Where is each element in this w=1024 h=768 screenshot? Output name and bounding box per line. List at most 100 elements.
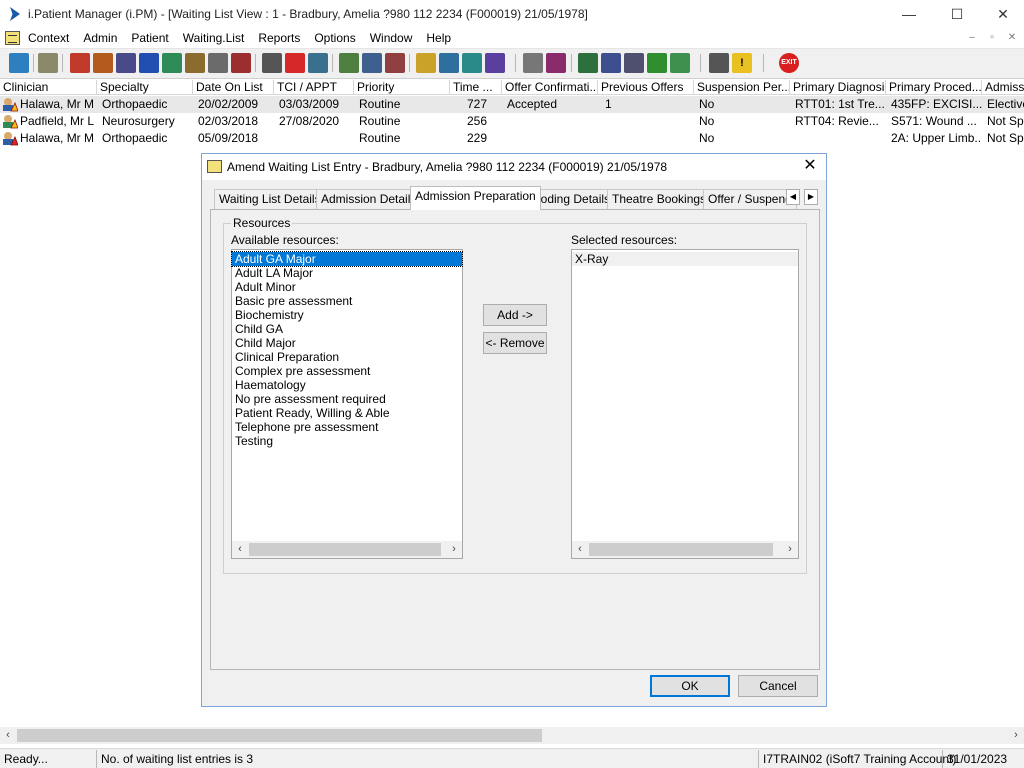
list-item[interactable]: Adult GA Major	[231, 251, 463, 267]
list-item[interactable]: X-Ray	[572, 252, 798, 266]
tab-admission-preparation[interactable]: Admission Preparation	[410, 186, 541, 210]
dialog-close-button[interactable]: ✕	[800, 156, 820, 176]
menu-help[interactable]: Help	[426, 31, 451, 45]
menu-reports[interactable]: Reports	[258, 31, 300, 45]
mail-icon[interactable]	[139, 53, 159, 73]
tab-admission-details[interactable]: Admission Details	[316, 189, 422, 209]
list-item[interactable]: Testing	[232, 434, 462, 448]
available-resources-list[interactable]: Adult GA Major Adult LA Major Adult Mino…	[231, 249, 463, 559]
edit-note-icon[interactable]	[93, 53, 113, 73]
mdi-restore-button[interactable]: ▫	[984, 31, 1000, 45]
column-header-previous-offers[interactable]: Previous Offers	[598, 80, 694, 95]
list-item[interactable]: Adult LA Major	[232, 266, 462, 280]
list-item[interactable]: Child Major	[232, 336, 462, 350]
scroll-left-icon[interactable]: ‹	[572, 541, 588, 558]
scroll-thumb[interactable]	[17, 729, 542, 742]
menu-window[interactable]: Window	[370, 31, 413, 45]
menu-patient[interactable]: Patient	[131, 31, 168, 45]
scissors-icon[interactable]	[262, 53, 282, 73]
refresh-icon[interactable]	[647, 53, 667, 73]
tab-offer-suspend[interactable]: Offer / Suspend	[703, 189, 797, 209]
chart-icon[interactable]	[546, 53, 566, 73]
scroll-right-icon[interactable]: ›	[446, 541, 462, 558]
scroll-right-icon[interactable]: ›	[782, 541, 798, 558]
column-header-date-on-list[interactable]: Date On List	[193, 80, 274, 95]
warning-icon[interactable]: !	[732, 53, 752, 73]
scroll-thumb[interactable]	[589, 543, 773, 556]
column-header-offer-confirmation[interactable]: Offer Confirmati...	[502, 80, 598, 95]
table-row[interactable]: Halawa, Mr M Orthopaedic 05/09/2018 Rout…	[0, 130, 1024, 147]
column-header-suspension-period[interactable]: Suspension Per...	[694, 80, 790, 95]
table-row[interactable]: Padfield, Mr L Neurosurgery 02/03/2018 2…	[0, 113, 1024, 130]
sync-icon[interactable]	[670, 53, 690, 73]
tab-waiting-list-details[interactable]: Waiting List Details	[214, 189, 326, 209]
print-icon[interactable]	[38, 53, 58, 73]
schedule-icon[interactable]	[362, 53, 382, 73]
selected-resources-list[interactable]: X-Ray ‹ ›	[571, 249, 799, 559]
transport-icon[interactable]	[462, 53, 482, 73]
menu-admin[interactable]: Admin	[83, 31, 117, 45]
menu-options[interactable]: Options	[314, 31, 355, 45]
checklist-icon[interactable]	[624, 53, 644, 73]
document-edit-icon[interactable]	[185, 53, 205, 73]
maximize-button[interactable]: ☐	[934, 0, 980, 28]
list-item[interactable]: Basic pre assessment	[232, 294, 462, 308]
clock-icon[interactable]	[285, 53, 305, 73]
menu-waiting-list[interactable]: Waiting.List	[183, 31, 245, 45]
column-header-specialty[interactable]: Specialty	[97, 80, 193, 95]
column-header-primary-diagnosis[interactable]: Primary Diagnosis	[790, 80, 886, 95]
column-header-clinician[interactable]: Clinician	[0, 80, 97, 95]
timer-icon[interactable]	[385, 53, 405, 73]
selected-list-scrollbar[interactable]: ‹ ›	[572, 541, 798, 558]
menu-context[interactable]: Context	[28, 31, 69, 45]
list-item[interactable]: Biochemistry	[232, 308, 462, 322]
bed-icon[interactable]	[208, 53, 228, 73]
table-row[interactable]: Halawa, Mr M Orthopaedic 20/02/2009 03/0…	[0, 96, 1024, 113]
column-header-priority[interactable]: Priority	[354, 80, 450, 95]
transfer-icon[interactable]	[709, 53, 729, 73]
page-icon[interactable]	[523, 53, 543, 73]
list-item[interactable]: Adult Minor	[232, 280, 462, 294]
globe-icon[interactable]	[578, 53, 598, 73]
patient-search-icon[interactable]	[9, 53, 29, 73]
list-icon[interactable]	[116, 53, 136, 73]
available-list-scrollbar[interactable]: ‹ ›	[232, 541, 462, 558]
notes-icon[interactable]	[416, 53, 436, 73]
book-icon[interactable]	[70, 53, 90, 73]
person-icon[interactable]	[162, 53, 182, 73]
list-item[interactable]: Child GA	[232, 322, 462, 336]
list-item[interactable]: Clinical Preparation	[232, 350, 462, 364]
mdi-minimize-button[interactable]: –	[964, 31, 980, 45]
document-icon[interactable]	[5, 31, 20, 45]
list-item[interactable]: Haematology	[232, 378, 462, 392]
add-resource-button[interactable]: Add ->	[483, 304, 547, 326]
close-window-button[interactable]: ✕	[980, 0, 1024, 28]
form-icon[interactable]	[439, 53, 459, 73]
monitor-icon[interactable]	[308, 53, 328, 73]
exit-icon[interactable]: EXIT	[779, 53, 799, 73]
ambulance-icon[interactable]	[485, 53, 505, 73]
remove-resource-button[interactable]: <- Remove	[483, 332, 547, 354]
list-item[interactable]: No pre assessment required	[232, 392, 462, 406]
ok-button[interactable]: OK	[650, 675, 730, 697]
column-header-time[interactable]: Time ...	[450, 80, 502, 95]
list-item[interactable]: Complex pre assessment	[232, 364, 462, 378]
column-header-primary-procedure[interactable]: Primary Proced...	[886, 80, 982, 95]
scroll-right-icon[interactable]: ›	[1008, 727, 1024, 744]
scroll-left-icon[interactable]: ‹	[0, 727, 16, 744]
scroll-thumb[interactable]	[249, 543, 441, 556]
column-header-tci-appt[interactable]: TCI / APPT	[274, 80, 354, 95]
calendar-icon[interactable]	[339, 53, 359, 73]
minimize-button[interactable]: —	[886, 0, 932, 28]
scroll-left-icon[interactable]: ‹	[232, 541, 248, 558]
referral-icon[interactable]	[601, 53, 621, 73]
mdi-close-button[interactable]: ✕	[1004, 31, 1020, 45]
tab-scroll-left-icon[interactable]: ◀	[786, 189, 800, 205]
tab-theatre-bookings[interactable]: Theatre Bookings	[607, 189, 712, 209]
main-horizontal-scrollbar[interactable]: ‹ ›	[0, 727, 1024, 744]
flag-icon[interactable]	[231, 53, 251, 73]
tab-scroll-right-icon[interactable]: ▶	[804, 189, 818, 205]
column-header-admission[interactable]: Admissi	[982, 80, 1024, 95]
list-item[interactable]: Telephone pre assessment	[232, 420, 462, 434]
cancel-button[interactable]: Cancel	[738, 675, 818, 697]
